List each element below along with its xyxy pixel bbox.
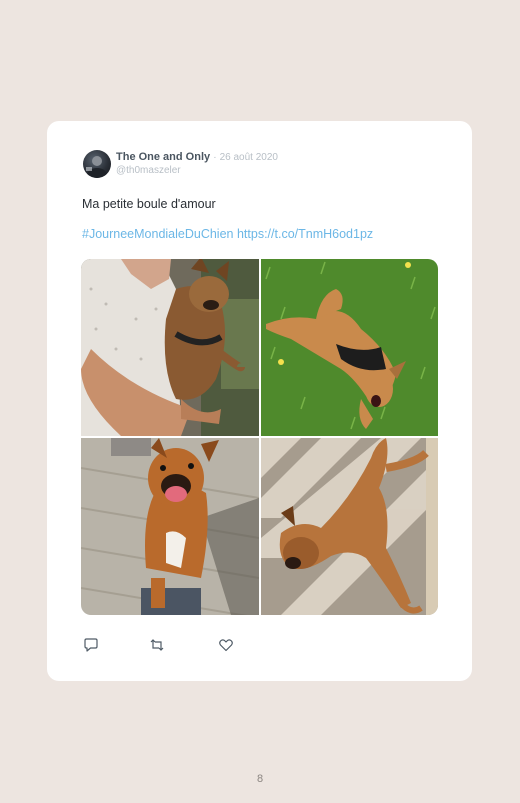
reply-button[interactable] bbox=[83, 637, 101, 655]
author-handle[interactable]: @th0maszeler bbox=[116, 164, 181, 177]
avatar-image bbox=[86, 156, 107, 178]
hashtag-link[interactable]: #JourneeMondialeDuChien bbox=[82, 227, 234, 241]
photo-grid bbox=[81, 259, 438, 615]
dog-on-grass-photo bbox=[261, 259, 438, 436]
tweet-header: The One and Only · 26 août 2020 bbox=[116, 150, 278, 165]
dog-smiling-photo bbox=[81, 438, 259, 615]
dog-held-photo bbox=[81, 259, 259, 436]
tweet-actions bbox=[83, 637, 283, 655]
tweet-card: The One and Only · 26 août 2020 @th0masz… bbox=[47, 121, 472, 681]
photo-dog-grass[interactable] bbox=[261, 259, 438, 436]
avatar[interactable] bbox=[83, 150, 111, 178]
like-icon bbox=[219, 639, 233, 652]
photo-dog-lying[interactable] bbox=[261, 438, 438, 615]
url-link[interactable]: https://t.co/TnmH6od1pz bbox=[237, 227, 373, 241]
like-button[interactable] bbox=[218, 637, 236, 655]
author-name[interactable]: The One and Only bbox=[116, 151, 210, 163]
tweet-text: Ma petite boule d'amour bbox=[82, 197, 216, 211]
retweet-icon bbox=[150, 639, 164, 651]
dog-lying-on-floor-photo bbox=[261, 438, 438, 615]
photo-dog-held[interactable] bbox=[81, 259, 259, 436]
reply-icon bbox=[84, 638, 98, 652]
tweet-date[interactable]: 26 août 2020 bbox=[220, 152, 278, 163]
photo-dog-smiling[interactable] bbox=[81, 438, 259, 615]
retweet-button[interactable] bbox=[149, 637, 167, 655]
tweet-links: #JourneeMondialeDuChien https://t.co/Tnm… bbox=[82, 226, 373, 242]
page-number: 8 bbox=[256, 773, 264, 785]
header-separator: · bbox=[213, 152, 217, 163]
